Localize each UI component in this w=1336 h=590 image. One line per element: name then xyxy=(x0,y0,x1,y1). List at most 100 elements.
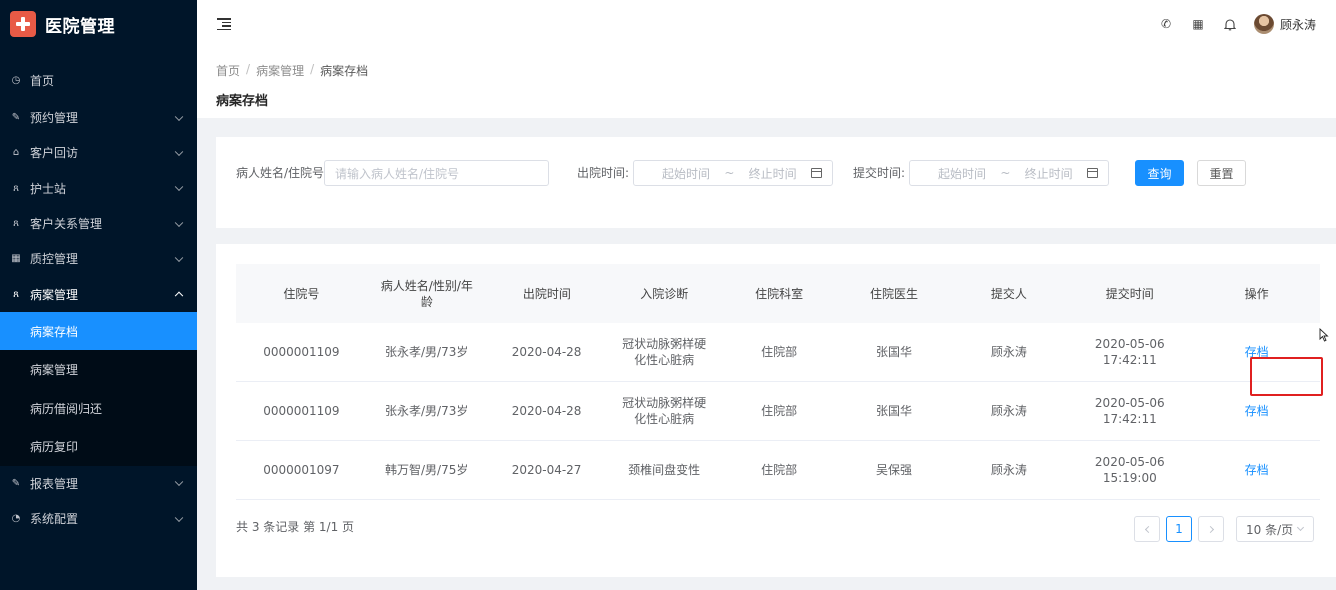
sidebar-subitem-label: 病案存档 xyxy=(30,324,79,339)
sidebar-subitem-borrow-return[interactable]: 病历借阅归还 xyxy=(0,389,197,428)
sidebar-item-quality[interactable]: ▦ 质控管理 xyxy=(0,241,197,276)
cell-department: 住院部 xyxy=(761,463,798,477)
sidebar-item-appointment[interactable]: ✎ 预约管理 xyxy=(0,100,197,135)
sidebar-item-label: 报表管理 xyxy=(30,476,79,491)
sidebar-item-crm[interactable]: ጸ 客户关系管理 xyxy=(0,206,197,241)
breadcrumb-separator: / xyxy=(310,62,315,76)
bell-icon[interactable] xyxy=(1214,0,1246,48)
submit-date: 2020-05-06 xyxy=(1094,455,1165,469)
submit-clock-time: 17:42:11 xyxy=(1102,353,1157,367)
chevron-down-icon xyxy=(174,182,184,192)
submit-clock-time: 15:19:00 xyxy=(1102,471,1157,485)
app-title: 医院管理 xyxy=(45,16,115,37)
cell-department: 住院部 xyxy=(761,345,798,359)
sidebar-item-label: 系统配置 xyxy=(30,512,79,527)
archive-link[interactable]: 存档 xyxy=(1245,462,1269,478)
dashboard-icon: ◷ xyxy=(11,74,21,86)
cell-action: 存档 xyxy=(1193,323,1320,381)
sidebar-item-label: 首页 xyxy=(30,73,55,88)
cell-submit-time: 2020-05-06 15:19:00 xyxy=(1066,441,1193,499)
chevron-down-icon xyxy=(174,112,184,121)
search-form: 病人姓名/住院号: 请输入病人姓名/住院号 出院时间: 起始时间 ~ 终止时间 … xyxy=(216,137,1336,228)
chevron-right-icon xyxy=(1206,525,1214,533)
column-header: 住院号 xyxy=(283,286,320,301)
cell-doctor: 张国华 xyxy=(876,404,913,418)
cell-diagnosis: 冠状动脉粥样硬化性心脏病 xyxy=(622,396,707,426)
top-header: ✆ ▦ 顾永涛 xyxy=(197,0,1336,48)
settings-icon: ◔ xyxy=(11,513,21,525)
users-icon: ጸ xyxy=(13,218,19,230)
pagination-total: 共 3 条记录 第 1/1 页 xyxy=(236,520,355,534)
sidebar: 医院管理 ◷ 首页 ✎ 预约管理 ⌂ 客户回访 ጸ 护士站 ጸ 客户关系管理 ▦ xyxy=(0,0,197,590)
breadcrumb-home[interactable]: 首页 xyxy=(216,62,240,79)
sidebar-menu: ◷ 首页 ✎ 预约管理 ⌂ 客户回访 ጸ 护士站 ጸ 客户关系管理 ▦ 质控管理 xyxy=(0,62,197,536)
sidebar-item-settings[interactable]: ◔ 系统配置 xyxy=(0,501,197,536)
sidebar-item-reports[interactable]: ✎ 报表管理 xyxy=(0,466,197,501)
calendar-icon xyxy=(810,168,822,178)
query-button[interactable]: 查询 xyxy=(1135,160,1184,186)
reset-button[interactable]: 重置 xyxy=(1197,160,1246,186)
submit-date: 2020-05-06 xyxy=(1094,396,1165,410)
cell-patient: 张永孝/男/73岁 xyxy=(385,345,469,359)
phone-icon[interactable]: ✆ xyxy=(1150,0,1182,48)
table-icon: ▦ xyxy=(11,253,21,265)
grid-icon[interactable]: ▦ xyxy=(1182,0,1214,48)
page-header: 首页 / 病案管理 / 病案存档 病案存档 xyxy=(197,48,1336,118)
sidebar-subitem-label: 病历借阅归还 xyxy=(30,401,103,416)
chevron-down-icon xyxy=(174,513,184,522)
sidebar-subitem-archive[interactable]: 病案存档 xyxy=(0,311,197,351)
table-row: 0000001109 张永孝/男/73岁 2020-04-28 冠状动脉粥样硬化… xyxy=(236,323,1320,382)
sidebar-subitem-copy[interactable]: 病历复印 xyxy=(0,427,197,466)
brand[interactable]: 医院管理 xyxy=(0,0,197,48)
cell-patient: 韩万智/男/75岁 xyxy=(385,463,469,477)
submit-time-range[interactable]: 起始时间 ~ 终止时间 xyxy=(909,160,1109,186)
records-icon: ጸ xyxy=(13,288,19,300)
cell-doctor: 张国华 xyxy=(876,345,913,359)
medical-records-submenu: 病案存档 病案管理 病历借阅归还 病历复印 xyxy=(0,311,197,466)
discharge-end-placeholder: 终止时间 xyxy=(748,166,797,181)
discharge-time-range[interactable]: 起始时间 ~ 终止时间 xyxy=(633,160,833,186)
avatar xyxy=(1253,14,1274,34)
next-page-button[interactable] xyxy=(1198,516,1224,542)
sidebar-item-home[interactable]: ◷ 首页 xyxy=(0,62,197,98)
prev-page-button[interactable] xyxy=(1134,516,1160,542)
column-header: 提交时间 xyxy=(1105,286,1154,301)
sidebar-item-nurse-station[interactable]: ጸ 护士站 xyxy=(0,171,197,206)
discharge-time-label: 出院时间: xyxy=(577,166,630,180)
archive-link[interactable]: 存档 xyxy=(1245,403,1269,419)
sidebar-item-medical-records[interactable]: ጸ 病案管理 xyxy=(0,276,197,311)
column-header: 出院时间 xyxy=(522,286,571,301)
page-number-button[interactable]: 1 xyxy=(1166,516,1192,542)
archive-link[interactable]: 存档 xyxy=(1245,344,1269,360)
chevron-down-icon xyxy=(174,218,184,227)
menu-collapse-icon[interactable] xyxy=(217,17,233,31)
chevron-down-icon xyxy=(174,147,184,156)
cell-submitter: 顾永涛 xyxy=(990,345,1027,359)
user-menu[interactable]: 顾永涛 xyxy=(1253,14,1316,34)
patient-search-input[interactable]: 请输入病人姓名/住院号 xyxy=(324,160,549,186)
submit-clock-time: 17:42:11 xyxy=(1102,412,1157,426)
chevron-down-icon xyxy=(1296,523,1305,532)
chevron-left-icon xyxy=(1144,525,1152,533)
edit-icon: ✎ xyxy=(11,112,21,124)
cell-department: 住院部 xyxy=(761,404,798,418)
submit-time-label: 提交时间: xyxy=(853,166,906,180)
cell-diagnosis: 颈椎间盘变性 xyxy=(628,463,701,477)
cell-admission-id: 0000001097 xyxy=(263,463,340,477)
cell-submit-time: 2020-05-06 17:42:11 xyxy=(1066,323,1193,381)
calendar-icon xyxy=(1086,168,1098,178)
column-header: 操作 xyxy=(1244,286,1269,301)
breadcrumb-separator: / xyxy=(246,62,251,76)
mouse-cursor-icon xyxy=(1319,328,1329,342)
breadcrumb-records[interactable]: 病案管理 xyxy=(256,62,304,79)
sidebar-subitem-records-manage[interactable]: 病案管理 xyxy=(0,350,197,389)
cell-discharge-date: 2020-04-28 xyxy=(511,404,582,418)
sidebar-item-label: 护士站 xyxy=(30,181,67,196)
submit-date: 2020-05-06 xyxy=(1094,337,1165,351)
column-header: 提交人 xyxy=(990,286,1027,301)
cell-patient: 张永孝/男/73岁 xyxy=(385,404,469,418)
page-size-select[interactable]: 10 条/页 xyxy=(1236,516,1314,542)
sidebar-item-followup[interactable]: ⌂ 客户回访 xyxy=(0,135,197,170)
header-actions: ✆ ▦ 顾永涛 xyxy=(1150,0,1336,48)
cell-admission-id: 0000001109 xyxy=(263,345,340,359)
